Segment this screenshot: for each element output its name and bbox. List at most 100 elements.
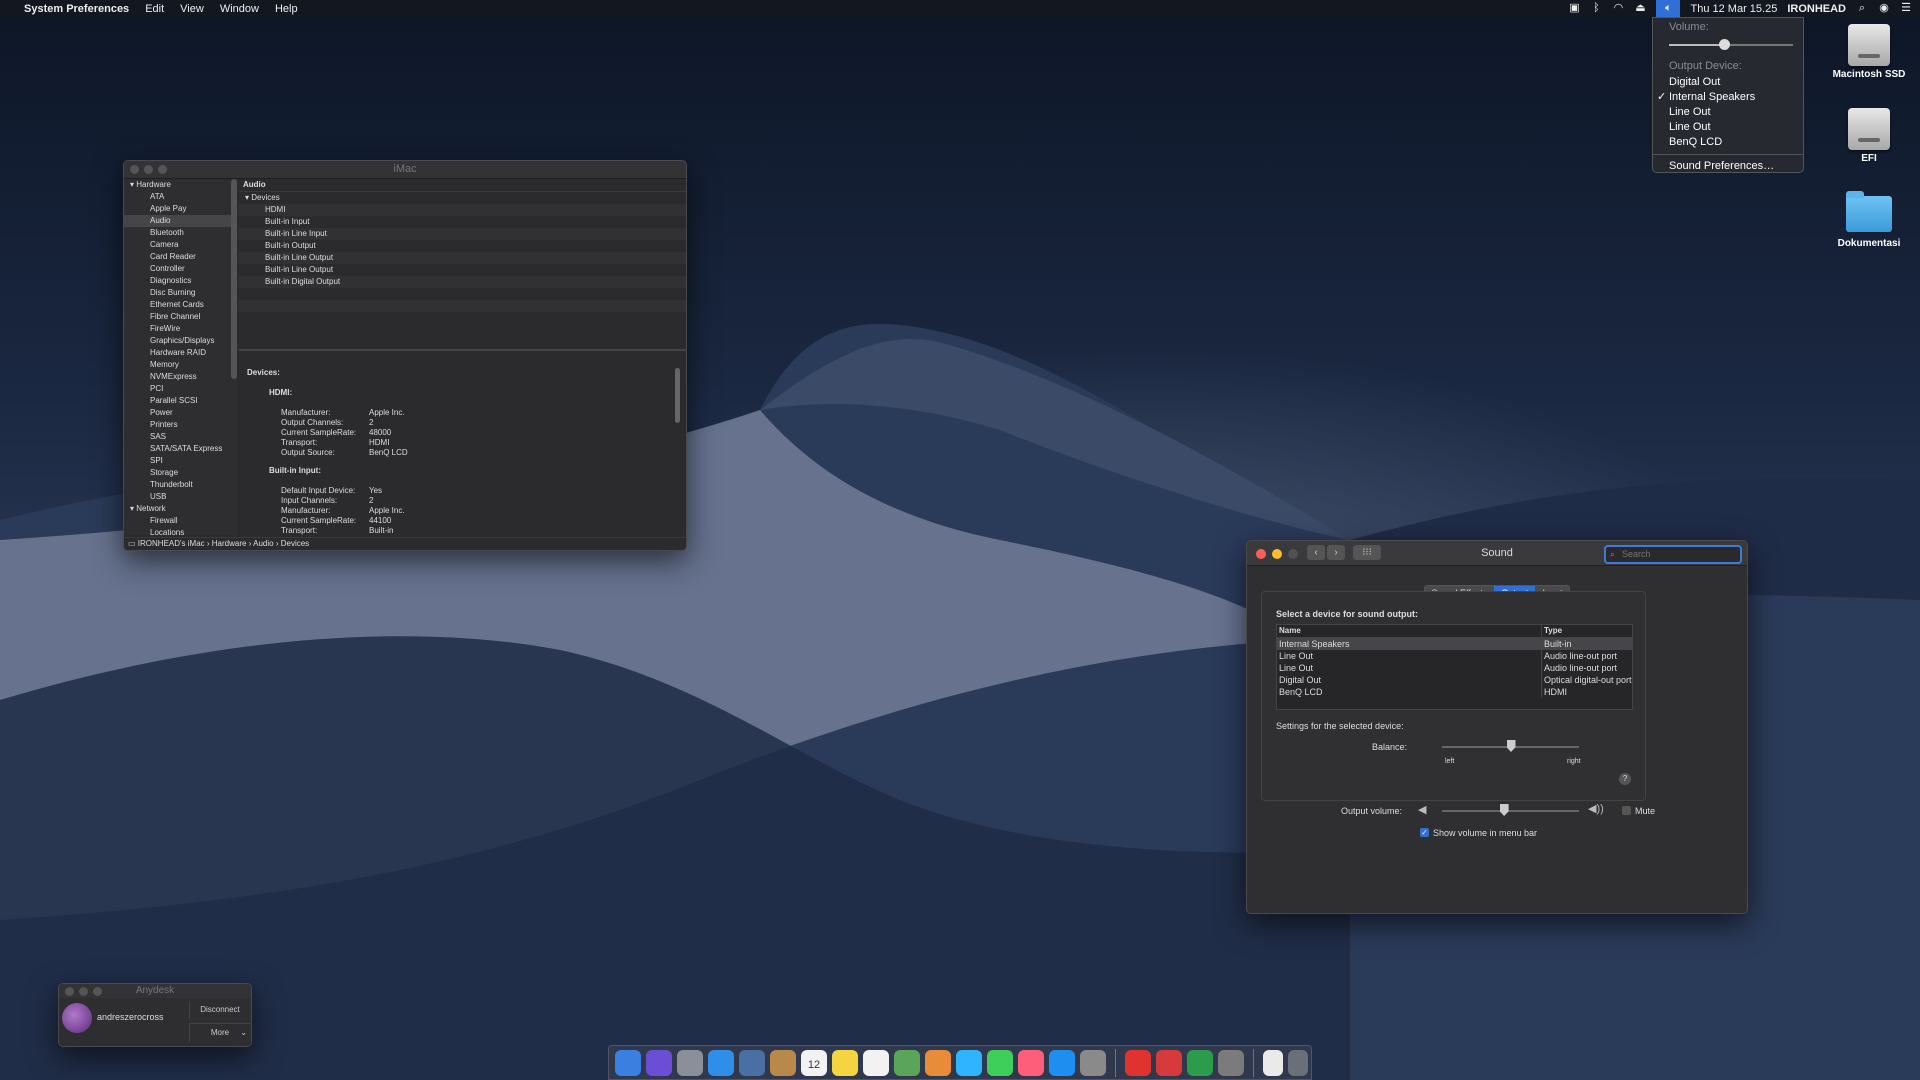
back-button[interactable]: ‹ — [1307, 545, 1325, 560]
search-icon[interactable]: ⌕ — [1856, 3, 1868, 14]
desktop-icon-macintosh-ssd[interactable]: Macintosh SSD — [1824, 24, 1914, 80]
close-button[interactable] — [65, 987, 74, 996]
siri-icon[interactable]: ◉ — [1878, 3, 1890, 14]
disconnect-button[interactable]: Disconnect — [189, 1001, 250, 1019]
sidebar-item[interactable]: Camera — [124, 239, 237, 251]
itunes-icon[interactable] — [1018, 1049, 1044, 1076]
device-row[interactable]: Built-in Line Output — [239, 264, 686, 276]
sidebar-item[interactable]: Power — [124, 407, 237, 419]
menu-view[interactable]: View — [172, 3, 212, 15]
document-icon[interactable] — [1263, 1049, 1283, 1076]
sidebar-item[interactable]: Card Reader — [124, 251, 237, 263]
device-option[interactable]: Digital Out — [1653, 75, 1803, 90]
globe-icon[interactable] — [1187, 1049, 1213, 1076]
title-bar[interactable]: Anydesk — [59, 984, 251, 999]
device-row[interactable]: Built-in Line Input — [239, 228, 686, 240]
output-volume-knob[interactable] — [1499, 804, 1509, 816]
close-button[interactable] — [130, 165, 139, 174]
output-volume-slider[interactable] — [1442, 804, 1579, 816]
more-button[interactable]: More ⌄ — [189, 1023, 250, 1042]
output-device-row[interactable]: Internal Speakers Built-in — [1277, 638, 1632, 650]
sidebar-item[interactable]: Firewall — [124, 515, 237, 527]
screenshot-icon[interactable]: ▣ — [1568, 3, 1580, 14]
system-preferences-icon[interactable] — [1080, 1049, 1106, 1076]
device-option[interactable]: Line Out — [1653, 120, 1803, 135]
tool-icon[interactable] — [1218, 1049, 1244, 1076]
sidebar-item[interactable]: Hardware RAID — [124, 347, 237, 359]
sidebar-item[interactable]: Storage — [124, 467, 237, 479]
sidebar-item[interactable]: Audio — [124, 215, 237, 227]
sidebar-item[interactable]: Ethernet Cards — [124, 299, 237, 311]
desktop-icon-efi[interactable]: EFI — [1824, 108, 1914, 164]
sidebar-item[interactable]: Apple Pay — [124, 203, 237, 215]
device-option-selected[interactable]: ✓ Internal Speakers — [1653, 90, 1803, 105]
output-device-row[interactable]: Line Out Audio line-out port — [1277, 650, 1632, 662]
close-button[interactable] — [1256, 549, 1266, 559]
title-bar[interactable]: ‹ › ⁝⁝⁝ Sound ⌕ Search — [1247, 541, 1747, 566]
volume-slider[interactable] — [1669, 38, 1793, 52]
balance-slider[interactable] — [1442, 740, 1579, 752]
detail-scrollbar[interactable] — [675, 368, 680, 423]
output-device-row[interactable]: BenQ LCD HDMI — [1277, 686, 1632, 698]
sidebar-item[interactable]: NVMExpress — [124, 371, 237, 383]
path-item[interactable]: Devices — [281, 539, 309, 548]
facetime-icon[interactable] — [987, 1049, 1013, 1076]
mail-icon[interactable] — [739, 1049, 765, 1076]
sidebar-item[interactable]: SPI — [124, 455, 237, 467]
menu-window[interactable]: Window — [212, 3, 267, 15]
bluetooth-icon[interactable]: ᛒ — [1590, 3, 1602, 14]
menu-help[interactable]: Help — [267, 3, 306, 15]
minimize-button[interactable] — [79, 987, 88, 996]
app-menu[interactable]: System Preferences — [16, 3, 137, 15]
trash-icon[interactable] — [1288, 1049, 1308, 1076]
sidebar-item[interactable]: Diagnostics — [124, 275, 237, 287]
sidebar-item[interactable]: Parallel SCSI — [124, 395, 237, 407]
sidebar-item[interactable]: USB — [124, 491, 237, 503]
minimize-button[interactable] — [144, 165, 153, 174]
sidebar-item[interactable]: Memory — [124, 359, 237, 371]
eject-icon[interactable]: ⏏ — [1634, 3, 1646, 14]
desktop-icon-dokumentasi[interactable]: Dokumentasi — [1824, 190, 1914, 249]
maps-icon[interactable] — [894, 1049, 920, 1076]
sidebar-item[interactable]: FireWire — [124, 323, 237, 335]
zoom-button[interactable] — [158, 165, 167, 174]
notes-book-icon[interactable] — [770, 1049, 796, 1076]
launchpad-icon[interactable] — [677, 1049, 703, 1076]
reminders-icon[interactable] — [863, 1049, 889, 1076]
device-row[interactable]: Built-in Line Output — [239, 252, 686, 264]
finder-icon[interactable] — [615, 1049, 641, 1076]
sidebar-item[interactable]: Fibre Channel — [124, 311, 237, 323]
messages-icon[interactable] — [956, 1049, 982, 1076]
teamviewer-like-icon[interactable] — [1156, 1049, 1182, 1076]
sidebar-scrollbar[interactable] — [231, 179, 237, 379]
control-icon[interactable]: ☰ — [1900, 3, 1912, 14]
wifi-icon[interactable]: ◠ — [1612, 3, 1624, 14]
anydesk-icon[interactable] — [1125, 1049, 1151, 1076]
device-option[interactable]: BenQ LCD — [1653, 135, 1803, 150]
column-header-name[interactable]: Name — [1277, 625, 1542, 637]
calendar-icon[interactable]: 12 — [801, 1049, 827, 1076]
sidebar-category[interactable]: ▾ Hardware — [124, 179, 237, 191]
sidebar-item[interactable]: Graphics/Displays — [124, 335, 237, 347]
sidebar-item[interactable]: SAS — [124, 431, 237, 443]
search-input[interactable]: ⌕ Search — [1604, 545, 1742, 564]
balance-knob[interactable] — [1506, 740, 1516, 752]
minimize-button[interactable] — [1272, 549, 1282, 559]
volume-knob[interactable] — [1719, 39, 1731, 50]
split-divider[interactable] — [239, 349, 686, 351]
path-item[interactable]: Hardware — [212, 539, 247, 548]
stickies-icon[interactable] — [832, 1049, 858, 1076]
siri-icon[interactable] — [646, 1049, 672, 1076]
help-button[interactable]: ? — [1619, 773, 1631, 785]
device-row[interactable]: HDMI — [239, 204, 686, 216]
safari-icon[interactable] — [708, 1049, 734, 1076]
device-row[interactable]: Built-in Digital Output — [239, 276, 686, 288]
mute-checkbox[interactable] — [1622, 806, 1631, 815]
tree-group-devices[interactable]: ▾ Devices — [239, 192, 686, 204]
path-item[interactable]: IRONHEAD's iMac — [138, 539, 205, 548]
output-device-row[interactable]: Line Out Audio line-out port — [1277, 662, 1632, 674]
path-item[interactable]: Audio — [253, 539, 273, 548]
table-header[interactable]: Audio — [239, 179, 686, 192]
menu-edit[interactable]: Edit — [137, 3, 172, 15]
sidebar-item[interactable]: Bluetooth — [124, 227, 237, 239]
